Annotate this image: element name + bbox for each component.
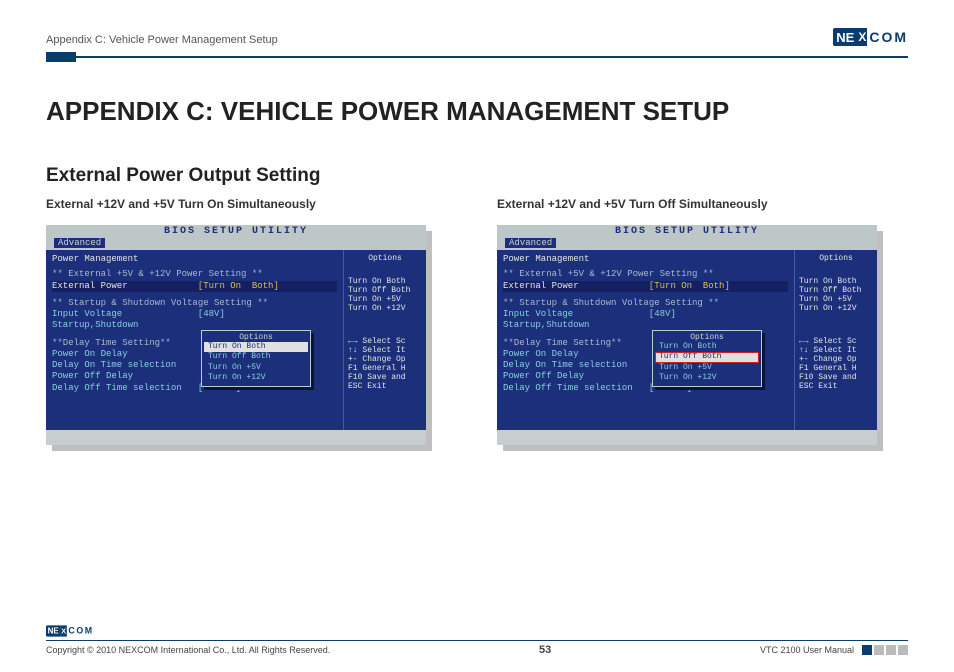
bios-help-line: F10 Save and — [348, 373, 422, 382]
bios-help-line: ←→ Select Sc — [799, 337, 873, 346]
column-left-title: External +12V and +5V Turn On Simultaneo… — [46, 197, 457, 211]
footer-logo: NE X COM — [46, 625, 736, 636]
bios-screenshot-right: BIOS SETUP UTILITY Advanced Power Manage… — [497, 225, 877, 445]
copyright-text: Copyright © 2010 NEXCOM International Co… — [46, 645, 330, 655]
bios-help-line: F1 General H — [799, 364, 873, 373]
popup-item: Turn On +5V — [204, 363, 308, 373]
header-rule — [46, 52, 908, 62]
bios-help-line: F1 General H — [348, 364, 422, 373]
bios-startup-hdr: ** Startup & Shutdown Voltage Setting ** — [52, 298, 337, 309]
bios-tab-advanced: Advanced — [505, 238, 556, 248]
bios-popup-left: Options Turn On Both Turn Off Both Turn … — [201, 330, 311, 387]
popup-item: Turn On +12V — [655, 373, 759, 383]
bios-ext-hdr: ** External +5V & +12V Power Setting ** — [503, 269, 788, 280]
popup-item: Turn On +12V — [204, 373, 308, 383]
bios-panel-header: Power Management — [503, 254, 788, 265]
bios-help-line: ↑↓ Select It — [348, 346, 422, 355]
bios-options-header: Options — [799, 254, 873, 263]
content-columns: External +12V and +5V Turn On Simultaneo… — [46, 197, 908, 445]
bios-opt-line: Turn On Both — [799, 277, 873, 286]
popup-item: Turn On Both — [655, 342, 759, 352]
popup-item: Turn On +5V — [655, 363, 759, 373]
logo-icon: NE — [46, 625, 60, 636]
popup-item: Turn Off Both — [204, 352, 308, 362]
bios-opt-line: Turn On +5V — [799, 295, 873, 304]
logo-text: COM — [67, 626, 94, 636]
bios-help-line: +- Change Op — [799, 355, 873, 364]
bios-help-line: F10 Save and — [799, 373, 873, 382]
bios-opt-line: Turn Off Both — [799, 286, 873, 295]
manual-name: VTC 2100 User Manual — [760, 645, 854, 655]
bios-right-panel: Options Turn On Both Turn Off Both Turn … — [795, 250, 877, 430]
logo-icon: NE — [833, 28, 857, 46]
bios-help-line: ←→ Select Sc — [348, 337, 422, 346]
bios-opt-line: Turn Off Both — [348, 286, 422, 295]
section-title: External Power Output Setting — [46, 165, 908, 187]
bios-popup-right: Options Turn On Both Turn Off Both Turn … — [652, 330, 762, 387]
bios-ext-power: External Power [Turn On Both] — [503, 281, 788, 292]
bios-help-line: ESC Exit — [799, 382, 873, 391]
bios-input-voltage: Input Voltage [48V] — [52, 309, 337, 320]
nexcom-logo: NE X COM — [833, 28, 908, 46]
bios-tabs: Advanced — [497, 238, 877, 250]
logo-icon-x: X — [857, 28, 867, 46]
popup-item-selected: Turn Off Both — [655, 352, 759, 362]
bios-ext-hdr: ** External +5V & +12V Power Setting ** — [52, 269, 337, 280]
bios-screenshot-left: BIOS SETUP UTILITY Advanced Power Manage… — [46, 225, 426, 445]
page-header: Appendix C: Vehicle Power Management Set… — [46, 28, 908, 46]
bios-opt-line: Turn On +12V — [799, 304, 873, 313]
bios-opt-line: Turn On +12V — [348, 304, 422, 313]
bios-input-voltage: Input Voltage [48V] — [503, 309, 788, 320]
bios-ext-power: External Power [Turn On Both] — [52, 281, 337, 292]
bios-tabs: Advanced — [46, 238, 426, 250]
bios-panel-header: Power Management — [52, 254, 337, 265]
bios-title: BIOS SETUP UTILITY — [497, 225, 877, 238]
bios-options-header: Options — [348, 254, 422, 263]
breadcrumb: Appendix C: Vehicle Power Management Set… — [46, 34, 278, 46]
bios-left-panel: Power Management ** External +5V & +12V … — [46, 250, 344, 430]
bios-left-panel: Power Management ** External +5V & +12V … — [497, 250, 795, 430]
appendix-title: APPENDIX C: VEHICLE POWER MANAGEMENT SET… — [46, 96, 908, 127]
popup-item-selected: Turn On Both — [204, 342, 308, 352]
bios-title: BIOS SETUP UTILITY — [46, 225, 426, 238]
bios-help-line: ↑↓ Select It — [799, 346, 873, 355]
bios-tab-advanced: Advanced — [54, 238, 105, 248]
logo-text: COM — [867, 29, 908, 45]
footer-nav-icons — [862, 645, 908, 655]
column-right-title: External +12V and +5V Turn Off Simultane… — [497, 197, 908, 211]
bios-help-line: +- Change Op — [348, 355, 422, 364]
page-footer: NE X COM Copyright © 2010 NEXCOM Interna… — [46, 624, 908, 656]
bios-startup-hdr: ** Startup & Shutdown Voltage Setting ** — [503, 298, 788, 309]
popup-title: Options — [204, 333, 308, 342]
bios-opt-line: Turn On +5V — [348, 295, 422, 304]
bios-right-panel: Options Turn On Both Turn Off Both Turn … — [344, 250, 426, 430]
column-left: External +12V and +5V Turn On Simultaneo… — [46, 197, 457, 445]
popup-title: Options — [655, 333, 759, 342]
page-number: 53 — [539, 644, 551, 656]
bios-help-line: ESC Exit — [348, 382, 422, 391]
column-right: External +12V and +5V Turn Off Simultane… — [497, 197, 908, 445]
bios-opt-line: Turn On Both — [348, 277, 422, 286]
